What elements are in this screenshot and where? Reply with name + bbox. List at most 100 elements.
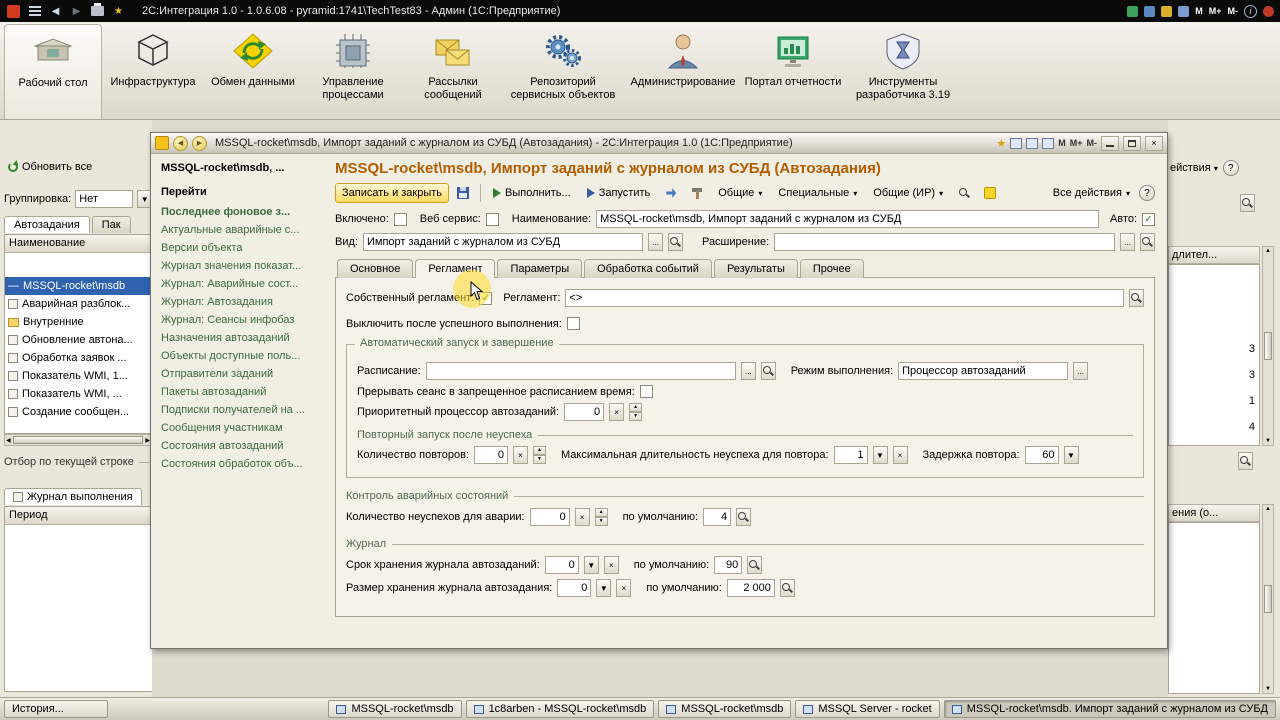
toolbar-item-service-repository[interactable]: Репозиторий сервисных объектов [504,24,622,119]
priority-processor-input[interactable]: 0 [564,403,605,421]
search-button[interactable] [1238,452,1253,470]
scroll-down-icon[interactable]: ▼ [1265,438,1271,444]
favorite-star-icon[interactable]: ★ [996,137,1006,150]
disable-after-checkbox[interactable] [566,317,580,330]
priority-clear-button[interactable]: × [609,403,625,421]
nav-link[interactable]: Подписки получателей на ... [161,404,323,416]
list-item[interactable]: Внутренние [5,313,152,331]
spin-down-icon[interactable]: ▼ [629,412,643,421]
panel-icon[interactable] [1010,137,1023,149]
scroll-left-icon[interactable]: ◀ [6,437,11,444]
failure-count-input[interactable]: 0 [529,508,570,526]
mode-ellipsis-button[interactable]: ... [1073,362,1089,380]
search-button[interactable] [1240,194,1255,212]
kind-search-button[interactable] [667,233,683,251]
toolbar-item-administration[interactable]: Администрирование [624,24,742,119]
max-duration-input[interactable]: 1 [833,446,868,464]
schedule-input[interactable] [425,362,736,380]
memory-mminus-button[interactable]: M- [1228,6,1239,16]
enabled-checkbox[interactable] [393,212,407,226]
retry-delay-dropdown[interactable]: ▼ [1063,446,1079,464]
retry-delay-input[interactable]: 60 [1024,446,1059,464]
nav-back-button[interactable]: ◀ [173,135,188,151]
info-icon[interactable]: i [1244,4,1257,18]
common-ir-menu-button[interactable]: Общие (ИР) ▾ [866,183,950,203]
spin-down-icon[interactable]: ▼ [594,517,608,526]
toolbar-item-desktop[interactable]: Рабочий стол [4,24,102,119]
reglament-search-button[interactable] [1129,289,1144,307]
failure-clear-button[interactable]: × [574,508,590,526]
store-term-clear-button[interactable]: × [603,556,619,574]
taskbar-item[interactable]: MSSQL Server - rocket [795,700,940,718]
memory-mplus-button[interactable]: M+ [1070,138,1083,148]
extension-ellipsis-button[interactable]: ... [1120,233,1135,251]
tab-execution-journal[interactable]: Журнал выполнения [4,488,142,505]
tab-packages[interactable]: Пак [91,216,131,233]
list-item[interactable]: Обработка заявок ... [5,349,152,367]
interrupt-checkbox[interactable] [639,385,653,398]
execute-button[interactable]: Выполнить... [486,183,578,203]
forward-icon[interactable]: ▶ [69,4,84,19]
max-duration-clear-button[interactable]: × [892,446,908,464]
nav-forward-button[interactable]: ▶ [192,135,207,151]
menu-icon[interactable] [27,4,42,19]
toolbar-item-reporting-portal[interactable]: Портал отчетности [744,24,842,119]
memory-mminus-button[interactable]: M- [1087,138,1098,148]
failure-default-search-button[interactable] [736,508,752,526]
memory-m-button[interactable]: M [1058,138,1066,148]
retry-spinner[interactable]: ▲ ▼ [532,446,546,464]
toolbar-item-mailings[interactable]: Рассылки сообщений [404,24,502,119]
refresh-all-button[interactable]: Обновить все [2,158,98,176]
list-column-header[interactable]: Наименование [5,235,152,253]
list-item[interactable]: Создание сообщен... [5,403,152,421]
nav-link[interactable]: Актуальные аварийные с... [161,224,323,236]
scroll-up-icon[interactable]: ▲ [1265,506,1271,512]
grouping-select[interactable]: Нет [75,190,134,208]
spin-up-icon[interactable]: ▲ [629,403,643,412]
store-term-dropdown[interactable]: ▼ [583,556,599,574]
dialog-titlebar[interactable]: ◀ ▶ MSSQL-rocket\msdb, Импорт заданий с … [151,133,1167,154]
tab-results[interactable]: Результаты [713,259,798,278]
table-icon[interactable] [1178,5,1190,17]
vertical-scrollbar[interactable]: ▲ ▼ [1262,504,1274,694]
nav-link[interactable]: Состояния автозаданий [161,440,323,452]
store-size-clear-button[interactable]: × [616,579,632,597]
toolbar-item-developer-tools[interactable]: Инструменты разработчика 3.19 [844,24,962,119]
spin-up-icon[interactable]: ▲ [594,508,608,517]
mode-input[interactable]: Процессор автозаданий [898,362,1069,380]
tools-button[interactable] [685,183,709,203]
scroll-down-icon[interactable]: ▼ [1265,686,1271,692]
nav-link[interactable]: Версии объекта [161,242,323,254]
store-size-input[interactable]: 0 [557,579,592,597]
auto-checkbox[interactable]: ✓ [1142,212,1155,226]
panel-icon[interactable] [1042,137,1055,149]
nav-link[interactable]: Состояния обработок объ... [161,458,323,470]
nav-link[interactable]: Журнал значения показат... [161,260,323,272]
toolbar-item-data-exchange[interactable]: Обмен данными [204,24,302,119]
retry-clear-button[interactable]: × [512,446,528,464]
all-actions-fragment[interactable]: ействия ▾ [1170,162,1218,174]
extension-input[interactable] [774,233,1115,251]
store-size-dropdown[interactable]: ▼ [596,579,612,597]
column-header-fragment[interactable]: длител... [1168,246,1260,264]
list-item-selected[interactable]: — MSSQL-rocket\msdb [5,277,152,295]
priority-spinner[interactable]: ▲ ▼ [629,403,643,421]
minimize-button[interactable] [1101,135,1119,151]
1c-service-button[interactable] [978,183,1002,203]
calendar-icon[interactable] [1127,5,1139,17]
schedule-ellipsis-button[interactable]: ... [740,362,756,380]
toolbar-item-infrastructure[interactable]: Инфраструктура [104,24,202,119]
close-button[interactable]: × [1145,135,1163,151]
store-term-default-search-button[interactable] [747,556,763,574]
failure-spinner[interactable]: ▲ ▼ [594,508,608,526]
list-item[interactable]: Аварийная разблок... [5,295,152,313]
scroll-up-icon[interactable]: ▲ [1265,248,1271,254]
taskbar-item-active[interactable]: MSSQL-rocket\msdb. Импорт заданий с журн… [943,700,1276,718]
nav-link[interactable]: Журнал: Аварийные сост... [161,278,323,290]
horizontal-scrollbar[interactable]: ◀ ▶ [4,434,152,446]
star-icon[interactable]: ★ [111,4,126,19]
extension-search-button[interactable] [1140,233,1155,251]
kind-ellipsis-button[interactable]: ... [647,233,663,251]
memory-mplus-button[interactable]: M+ [1209,6,1222,16]
nav-link[interactable]: Пакеты автозаданий [161,386,323,398]
